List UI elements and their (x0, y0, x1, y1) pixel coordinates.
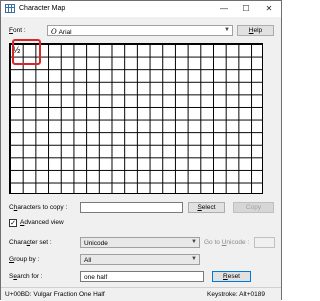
character-set-select[interactable]: Unicode ▼ (80, 237, 200, 248)
maximize-button[interactable]: ☐ (237, 2, 255, 16)
go-to-unicode-input[interactable] (254, 237, 275, 248)
go-to-unicode-label: Go to Unicode : (204, 239, 250, 246)
search-input[interactable]: one half (80, 271, 204, 282)
characters-to-copy-label: Characters to copy : (9, 204, 68, 211)
chevron-down-icon: ▼ (191, 256, 197, 262)
group-by-value: All (84, 256, 92, 264)
highlight-annotation (12, 39, 41, 65)
font-value: Arial (58, 28, 72, 36)
chevron-down-icon: ▼ (224, 27, 230, 33)
characters-to-copy-input[interactable] (80, 202, 183, 213)
advanced-view-checkbox[interactable]: ✓ (9, 219, 17, 227)
status-keystroke: Keystroke: Alt+0189 (207, 291, 265, 298)
status-character-info: U+00BD: Vulgar Fraction One Half (5, 291, 105, 298)
select-button[interactable]: Select (188, 202, 225, 213)
search-for-label: Search for : (9, 273, 43, 280)
character-grid[interactable]: ½ (9, 43, 263, 194)
font-select[interactable]: O Arial ▼ (47, 25, 233, 36)
status-bar: U+00BD: Vulgar Fraction One Half Keystro… (1, 287, 281, 301)
group-by-select[interactable]: All ▼ (80, 254, 200, 265)
help-button[interactable]: Help (237, 25, 274, 36)
group-by-label: Group by : (9, 256, 40, 263)
minimize-button[interactable]: — (215, 2, 233, 16)
search-input-value: one half (84, 273, 108, 281)
font-label: Font : (9, 27, 26, 34)
chevron-down-icon: ▼ (191, 239, 197, 245)
opentype-icon: O (51, 27, 57, 36)
close-button[interactable]: ✕ (260, 2, 278, 16)
character-map-window: Character Map — ☐ ✕ Font : O Arial ▼ Hel… (0, 0, 282, 301)
character-map-app-icon (5, 4, 15, 13)
character-set-label: Character set : (9, 239, 52, 246)
reset-button[interactable]: Reset (212, 271, 251, 282)
copy-button[interactable]: Copy (233, 202, 274, 213)
advanced-view-label: Advanced view (20, 219, 64, 226)
character-set-value: Unicode (84, 239, 108, 247)
title-bar: Character Map — ☐ ✕ (1, 1, 281, 17)
window-title: Character Map (19, 5, 66, 12)
